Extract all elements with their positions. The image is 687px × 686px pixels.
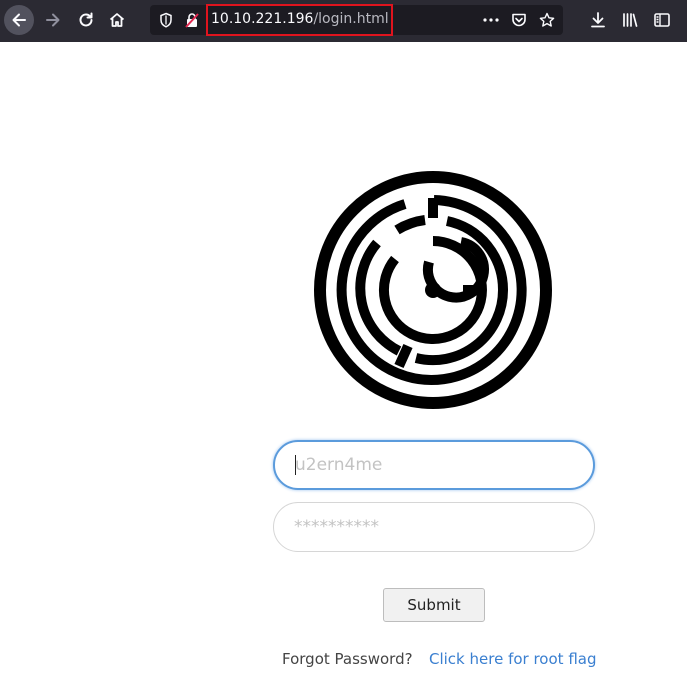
shield-icon[interactable] (158, 12, 174, 28)
forgot-password-text: Forgot Password? (282, 650, 413, 668)
reload-icon (79, 12, 93, 27)
text-caret (295, 455, 296, 475)
password-input[interactable] (273, 502, 595, 552)
forward-button[interactable] (38, 5, 68, 35)
url-text[interactable]: 10.10.221.196/login.html (211, 11, 389, 27)
maze-logo (314, 171, 552, 409)
bookmark-star-icon[interactable] (539, 12, 555, 28)
library-button[interactable] (618, 8, 642, 32)
browser-toolbar: 10.10.221.196/login.html (0, 0, 687, 42)
pocket-icon[interactable] (511, 12, 527, 28)
download-icon (591, 12, 605, 28)
url-path: /login.html (313, 11, 389, 27)
home-icon (109, 13, 125, 27)
back-arrow-icon (12, 13, 26, 27)
username-input[interactable] (273, 440, 595, 490)
sidebar-icon (654, 13, 670, 27)
forward-arrow-icon (46, 13, 60, 27)
insecure-lock-icon[interactable] (184, 12, 200, 28)
sidebar-button[interactable] (650, 8, 674, 32)
library-icon (623, 13, 638, 27)
submit-button[interactable]: Submit (383, 588, 485, 622)
home-button[interactable] (102, 5, 132, 35)
more-dots-icon[interactable] (481, 12, 501, 28)
downloads-button[interactable] (586, 8, 610, 32)
back-button[interactable] (4, 5, 34, 35)
url-host: 10.10.221.196 (211, 11, 314, 27)
reload-button[interactable] (71, 5, 101, 35)
root-flag-link[interactable]: Click here for root flag (429, 650, 596, 668)
